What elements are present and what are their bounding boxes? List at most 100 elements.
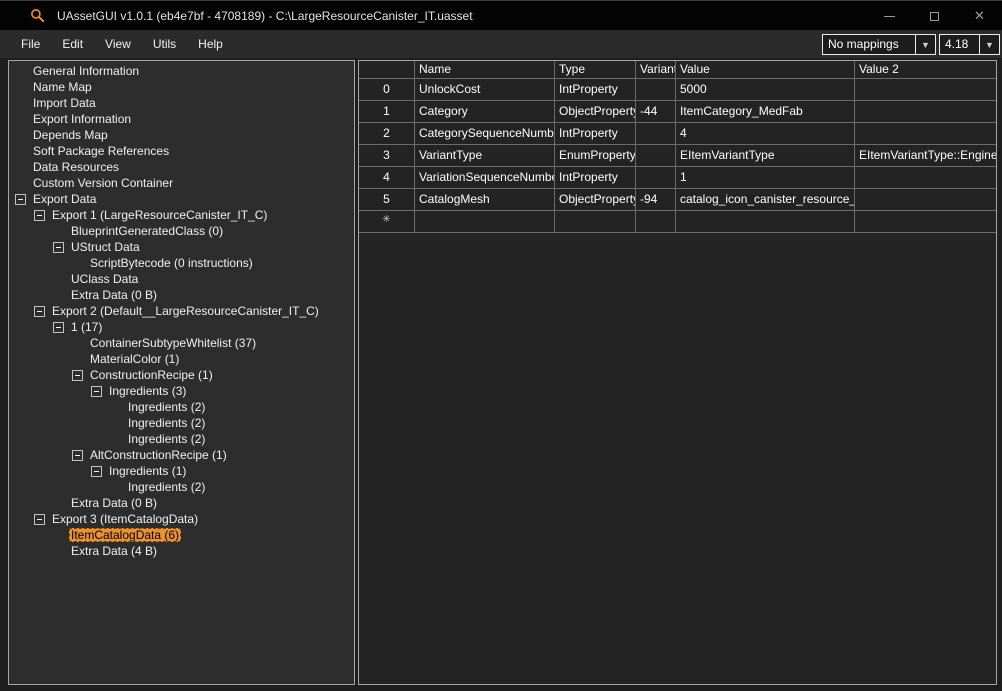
tree-item[interactable]: Import Data (9, 95, 354, 111)
cell-value[interactable]: ItemCategory_MedFab (676, 101, 855, 123)
cell-value[interactable]: 4 (676, 123, 855, 145)
cell-empty[interactable] (636, 211, 676, 233)
tree-item[interactable]: Export 1 (LargeResourceCanister_IT_C) (9, 207, 354, 223)
tree-item[interactable]: Ingredients (2) (9, 479, 354, 495)
cell-value2[interactable] (855, 79, 996, 101)
cell-name[interactable]: VariantType (415, 145, 555, 167)
collapse-minus-icon[interactable] (15, 193, 26, 205)
cell-variant[interactable]: -94 (636, 189, 676, 211)
column-header[interactable]: Name (415, 61, 555, 79)
column-header[interactable]: Variant (636, 61, 676, 79)
collapse-minus-icon[interactable] (53, 241, 64, 253)
collapse-minus-icon[interactable] (72, 449, 83, 461)
cell-value2[interactable] (855, 101, 996, 123)
cell-type[interactable]: ObjectProperty (555, 101, 636, 123)
tree-item[interactable]: Ingredients (2) (9, 415, 354, 431)
tree-item[interactable]: MaterialColor (1) (9, 351, 354, 367)
cell-empty[interactable] (415, 211, 555, 233)
cell-variant[interactable] (636, 123, 676, 145)
cell-variant[interactable] (636, 79, 676, 101)
tree-item[interactable]: Export 2 (Default__LargeResourceCanister… (9, 303, 354, 319)
tree-item[interactable]: Ingredients (2) (9, 399, 354, 415)
cell-name[interactable]: CategorySequenceNumber (415, 123, 555, 145)
tree-item[interactable]: Extra Data (0 B) (9, 495, 354, 511)
minimize-button[interactable] (867, 1, 912, 31)
column-header[interactable] (359, 61, 415, 79)
cell-empty[interactable] (676, 211, 855, 233)
cell-type[interactable]: IntProperty (555, 167, 636, 189)
tree-item[interactable]: ContainerSubtypeWhitelist (37) (9, 335, 354, 351)
collapse-minus-icon[interactable] (91, 465, 102, 477)
tree-item[interactable]: ScriptBytecode (0 instructions) (9, 255, 354, 271)
tree-item[interactable]: BlueprintGeneratedClass (0) (9, 223, 354, 239)
cell-value2[interactable] (855, 189, 996, 211)
menu-help[interactable]: Help (187, 32, 234, 56)
collapse-minus-icon[interactable] (72, 369, 83, 381)
cell-empty[interactable] (855, 211, 996, 233)
tree-item[interactable]: UStruct Data (9, 239, 354, 255)
menu-view[interactable]: View (94, 32, 142, 56)
tree-item[interactable]: ItemCatalogData (6) (9, 527, 354, 543)
column-header[interactable]: Value (676, 61, 855, 79)
row-header[interactable]: 4 (359, 167, 415, 189)
cell-value[interactable]: 1 (676, 167, 855, 189)
cell-value[interactable]: 5000 (676, 79, 855, 101)
cell-variant[interactable]: -44 (636, 101, 676, 123)
cell-value[interactable]: EItemVariantType (676, 145, 855, 167)
tree-item[interactable]: Export Data (9, 191, 354, 207)
collapse-minus-icon[interactable] (53, 321, 64, 333)
cell-variant[interactable] (636, 167, 676, 189)
cell-value2[interactable] (855, 123, 996, 145)
tree-item[interactable]: 1 (17) (9, 319, 354, 335)
engine-version-dropdown[interactable]: 4.18 ▼ (939, 34, 1000, 55)
tree-item[interactable]: ConstructionRecipe (1) (9, 367, 354, 383)
tree-item[interactable]: Depends Map (9, 127, 354, 143)
collapse-minus-icon[interactable] (34, 305, 45, 317)
tree-item[interactable]: Data Resources (9, 159, 354, 175)
tree-item[interactable]: Ingredients (2) (9, 431, 354, 447)
tree-item[interactable]: Name Map (9, 79, 354, 95)
column-header[interactable]: Value 2 (855, 61, 996, 79)
row-header[interactable]: 1 (359, 101, 415, 123)
row-header[interactable]: 3 (359, 145, 415, 167)
tree-item[interactable]: UClass Data (9, 271, 354, 287)
cell-name[interactable]: VariationSequenceNumber (415, 167, 555, 189)
tree-item[interactable]: Custom Version Container (9, 175, 354, 191)
collapse-minus-icon[interactable] (91, 385, 102, 397)
menu-file[interactable]: File (10, 32, 51, 56)
chevron-down-icon[interactable]: ▼ (979, 35, 999, 54)
close-button[interactable]: ✕ (957, 1, 1002, 31)
tree-item[interactable]: Export 3 (ItemCatalogData) (9, 511, 354, 527)
cell-empty[interactable] (555, 211, 636, 233)
row-header[interactable]: 0 (359, 79, 415, 101)
tree-item[interactable]: Soft Package References (9, 143, 354, 159)
cell-variant[interactable] (636, 145, 676, 167)
tree-item[interactable]: AltConstructionRecipe (1) (9, 447, 354, 463)
menu-edit[interactable]: Edit (51, 32, 94, 56)
collapse-minus-icon[interactable] (34, 513, 45, 525)
mappings-dropdown[interactable]: No mappings ▼ (822, 34, 936, 55)
cell-value2[interactable]: EItemVariantType::Engineer (855, 145, 996, 167)
column-header[interactable]: Type (555, 61, 636, 79)
maximize-button[interactable] (912, 1, 957, 31)
tree-item[interactable]: Export Information (9, 111, 354, 127)
row-header[interactable]: 2 (359, 123, 415, 145)
row-header[interactable]: 5 (359, 189, 415, 211)
cell-value[interactable]: catalog_icon_canister_resource_T3 (676, 189, 855, 211)
tree-item[interactable]: Ingredients (1) (9, 463, 354, 479)
cell-type[interactable]: ObjectProperty (555, 189, 636, 211)
cell-name[interactable]: UnlockCost (415, 79, 555, 101)
chevron-down-icon[interactable]: ▼ (915, 35, 935, 54)
cell-name[interactable]: Category (415, 101, 555, 123)
cell-value2[interactable] (855, 167, 996, 189)
cell-name[interactable]: CatalogMesh (415, 189, 555, 211)
menu-utils[interactable]: Utils (142, 32, 187, 56)
new-row[interactable]: ✳ (359, 211, 996, 233)
tree-item[interactable]: Extra Data (0 B) (9, 287, 354, 303)
tree-item[interactable]: General Information (9, 63, 354, 79)
cell-type[interactable]: EnumProperty (555, 145, 636, 167)
cell-type[interactable]: IntProperty (555, 123, 636, 145)
collapse-minus-icon[interactable] (34, 209, 45, 221)
tree-item[interactable]: Extra Data (4 B) (9, 543, 354, 559)
tree-item[interactable]: Ingredients (3) (9, 383, 354, 399)
